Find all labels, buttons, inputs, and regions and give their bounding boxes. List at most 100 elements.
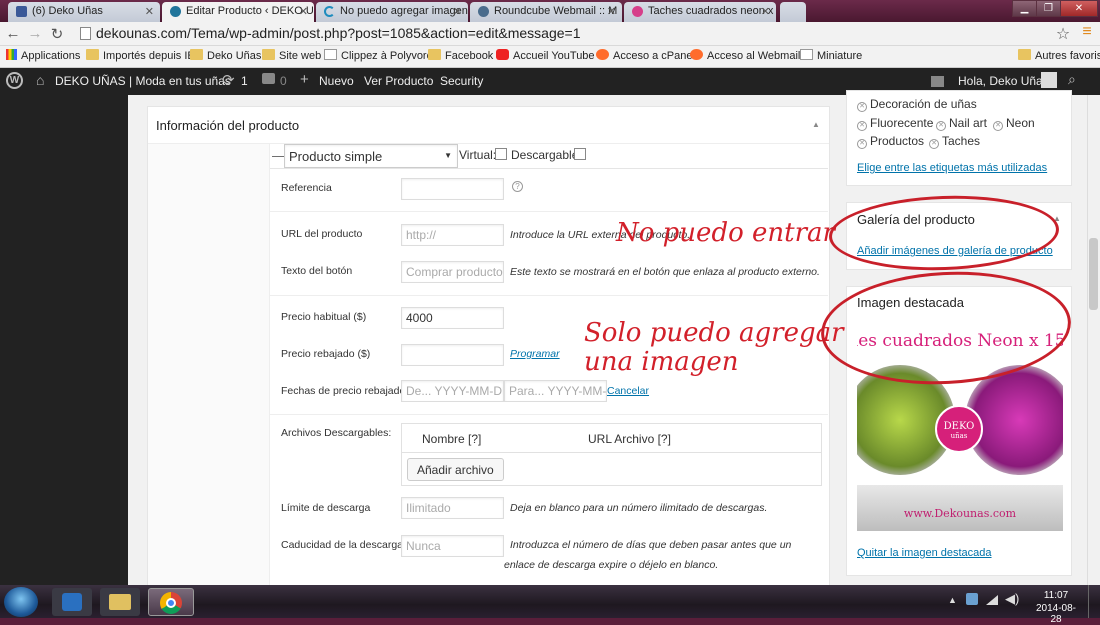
volume-icon[interactable]: ◀) — [1005, 591, 1019, 607]
new-menu[interactable]: Nuevo — [319, 74, 354, 88]
button-text-input[interactable]: Comprar producto — [401, 261, 504, 283]
bookmark-item[interactable]: Applications — [6, 49, 80, 62]
start-button[interactable] — [4, 587, 38, 617]
screen-icon[interactable] — [931, 76, 944, 87]
forward-icon[interactable]: → — [26, 25, 44, 42]
tag-item[interactable]: ✕ Fluorecente — [857, 116, 933, 131]
remove-tag-icon[interactable]: ✕ — [936, 121, 946, 131]
schedule-link[interactable]: Programar — [510, 348, 560, 360]
virtual-checkbox[interactable] — [495, 148, 507, 160]
explorer-icon[interactable] — [100, 588, 140, 616]
bookmarks-bar: Applications Importés depuis IE Deko Uña… — [0, 46, 1100, 68]
sale-date-to-input[interactable]: Para... YYYY-MM-DD — [504, 380, 607, 402]
scrollbar-thumb[interactable] — [1089, 238, 1098, 310]
network-icon[interactable] — [986, 593, 998, 605]
bookmark-item[interactable]: Miniature — [800, 49, 862, 62]
tag-item[interactable]: ✕ Decoración de uñas — [857, 97, 977, 112]
show-desktop-button[interactable] — [1088, 585, 1100, 618]
back-icon[interactable]: ← — [4, 25, 22, 42]
page-icon — [324, 49, 337, 60]
tag-item[interactable]: ✕ Productos — [857, 134, 924, 149]
browser-tab[interactable]: Roundcube Webmail :: M ✕ — [470, 2, 622, 22]
bookmark-item[interactable]: Site web — [262, 49, 321, 62]
close-icon[interactable]: ✕ — [145, 5, 154, 18]
minimize-button[interactable]: ▁ — [1012, 0, 1037, 17]
bookmark-item[interactable]: Clippez à Polyvore — [324, 49, 433, 62]
close-icon[interactable]: ✕ — [761, 5, 770, 18]
browser-tab[interactable]: (6) Deko Uñas ✕ — [8, 2, 160, 22]
menu-icon[interactable]: ≡ — [1078, 23, 1096, 41]
restore-button[interactable]: ❐ — [1036, 0, 1061, 17]
sku-input[interactable] — [401, 178, 504, 200]
reload-icon[interactable]: ↻ — [48, 25, 66, 43]
comments-icon[interactable] — [262, 73, 275, 84]
download-expiry-input[interactable]: Nunca — [401, 535, 504, 557]
plus-icon[interactable]: + — [300, 71, 309, 88]
folder-icon — [428, 49, 441, 60]
scrollbar[interactable] — [1087, 95, 1100, 585]
tag-item[interactable]: ✕ Taches — [929, 134, 980, 149]
chrome-icon[interactable] — [148, 588, 194, 616]
clock-time[interactable]: 11:07 — [1032, 590, 1080, 601]
remove-tag-icon[interactable]: ✕ — [857, 139, 867, 149]
page-icon — [800, 49, 813, 60]
bookmark-item[interactable]: Accueil YouTube — [496, 49, 595, 62]
bookmark-item[interactable]: Deko Uñas — [190, 49, 261, 62]
tray-app-icon[interactable] — [966, 593, 978, 605]
browser-tab[interactable]: No puedo agregar imagen ✕ — [316, 2, 468, 22]
sale-price-input[interactable] — [401, 344, 504, 366]
col-file-header[interactable]: URL Archivo [?] — [588, 432, 671, 446]
product-url-input[interactable]: http:// — [401, 224, 504, 246]
star-icon[interactable]: ☆ — [1054, 24, 1072, 44]
deko-icon — [632, 6, 643, 17]
browser-tab[interactable]: Taches cuadrados neon x ✕ — [624, 2, 776, 22]
updates-count[interactable]: 1 — [241, 74, 248, 88]
site-name-link[interactable]: DEKO UÑAS | Moda en tus uñas — [55, 74, 231, 88]
bookmark-item[interactable]: Facebook — [428, 49, 493, 62]
new-tab-button[interactable] — [780, 2, 806, 22]
downloadable-checkbox[interactable] — [574, 148, 586, 160]
bookmark-item[interactable]: Acceso a cPanel — [596, 49, 695, 62]
bookmark-item[interactable]: Importés depuis IE — [86, 49, 195, 62]
collapse-arrow-icon[interactable]: ▲ — [812, 120, 820, 129]
home-icon: ⌂ — [36, 72, 45, 88]
remove-featured-image-link[interactable]: Quitar la imagen destacada — [857, 547, 992, 559]
comments-count[interactable]: 0 — [280, 74, 287, 88]
view-product-link[interactable]: Ver Producto — [364, 74, 433, 88]
help-icon[interactable]: ? — [512, 181, 523, 192]
security-menu[interactable]: Security — [440, 74, 483, 88]
product-type-select[interactable]: Producto simple ▼ — [284, 144, 458, 168]
sku-label: Referencia — [281, 182, 332, 194]
remove-tag-icon[interactable]: ✕ — [993, 121, 1003, 131]
close-icon[interactable]: ✕ — [607, 5, 616, 18]
download-limit-input[interactable]: Ilimitado — [401, 497, 504, 519]
tag-item[interactable]: ✕ Neon — [993, 116, 1035, 131]
product-data-header[interactable]: Información del producto ▲ — [148, 107, 829, 144]
regular-price-input[interactable]: 4000 — [401, 307, 504, 329]
wordpress-icon — [170, 6, 181, 17]
wordpress-logo-icon[interactable]: W — [6, 72, 23, 89]
address-bar[interactable]: dekounas.com/Tema/wp-admin/post.php?post… — [76, 24, 1076, 44]
bookmark-item[interactable]: Autres favoris — [1018, 49, 1100, 62]
add-file-button[interactable]: Añadir archivo — [407, 458, 504, 481]
close-icon[interactable]: ✕ — [299, 5, 308, 18]
avatar[interactable] — [1041, 72, 1057, 88]
tray-expand-icon[interactable]: ▲ — [948, 595, 957, 605]
tag-item[interactable]: ✕ Nail art — [936, 116, 987, 131]
remove-tag-icon[interactable]: ✕ — [857, 121, 867, 131]
close-window-button[interactable]: ✕ — [1060, 0, 1098, 17]
bookmark-item[interactable]: Acceso al Webmail — [690, 49, 800, 62]
choose-tags-link[interactable]: Elige entre las etiquetas más utilizadas — [857, 162, 1047, 174]
user-greeting[interactable]: Hola, Deko Uñas — [958, 74, 1049, 88]
clock-date[interactable]: 2014-08-28 — [1032, 603, 1080, 625]
media-player-icon[interactable] — [52, 588, 92, 616]
col-name-header[interactable]: Nombre [?] — [422, 432, 481, 446]
sale-date-from-input[interactable]: De... YYYY-MM-DD — [401, 380, 504, 402]
browser-tab-active[interactable]: Editar Producto ‹ DEKO U ✕ — [162, 2, 314, 22]
updates-icon[interactable]: ⟳ — [222, 71, 235, 89]
remove-tag-icon[interactable]: ✕ — [857, 102, 867, 112]
search-icon[interactable]: ⌕ — [1068, 71, 1076, 88]
cancel-schedule-link[interactable]: Cancelar — [607, 385, 649, 397]
remove-tag-icon[interactable]: ✕ — [929, 139, 939, 149]
close-icon[interactable]: ✕ — [453, 5, 462, 18]
